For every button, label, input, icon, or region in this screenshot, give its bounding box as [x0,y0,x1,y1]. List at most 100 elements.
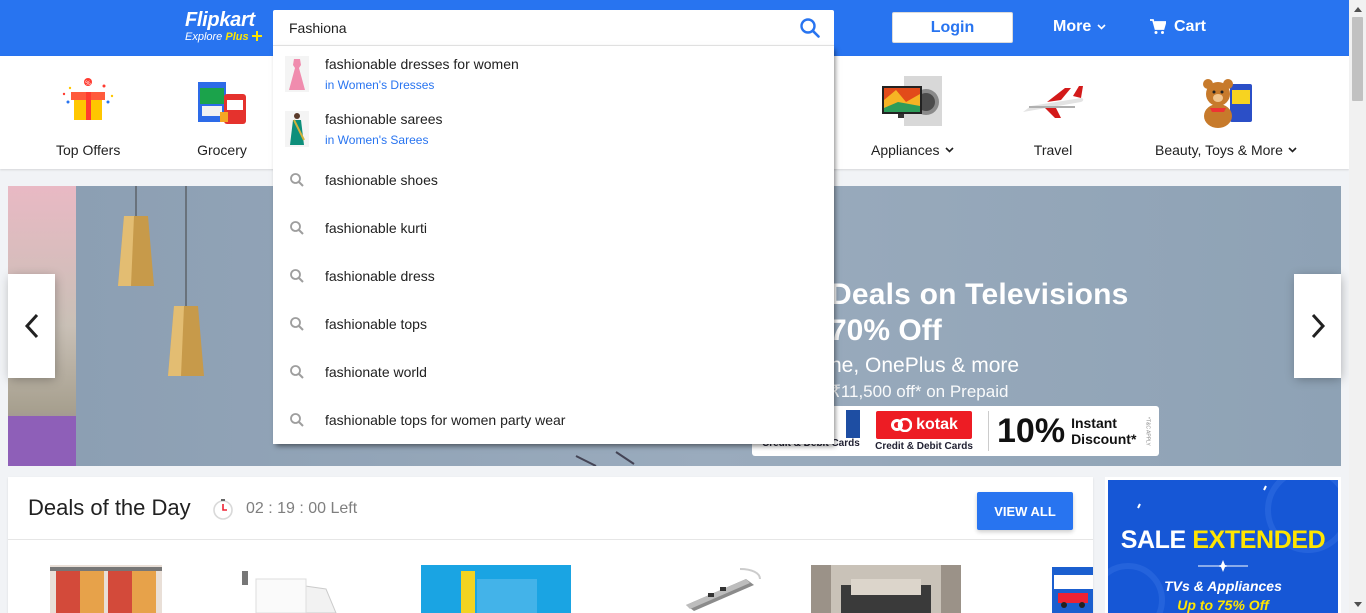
suggestion-title: fashionable tops for women party wear [325,412,566,428]
offer-divider [988,411,989,451]
category-label: Travel [1033,142,1073,158]
suggestion-item[interactable]: fashionable dresses for women in Women's… [273,46,834,101]
search-icon [290,269,304,283]
suggestion-item[interactable]: fashionable kurti [273,204,834,252]
product-adapter-image[interactable] [236,565,366,613]
kotak-infinity-icon [891,417,913,432]
deal-timer: 02 : 19 : 00 Left [212,498,357,520]
instant-discount: Instant Discount* [1071,415,1137,447]
scroll-down-arrow[interactable] [1349,596,1366,613]
chevron-down-icon [1097,24,1106,30]
banner-title: Deals on Televisions [830,278,1129,311]
logo-text: Flipkart [185,9,255,31]
suggestion-title: fashionable kurti [325,220,427,236]
suggestion-item[interactable]: fashionable tops [273,300,834,348]
page-scrollbar[interactable] [1349,0,1366,613]
search-icon [290,173,304,187]
ad-subtitle: TVs & Appliances [1164,578,1282,594]
suggestion-item[interactable]: fashionable dress [273,252,834,300]
chevron-left-icon [24,313,38,339]
kotak-card: kotak Credit & Debit Cards [868,410,980,452]
deals-title: Deals of the Day [28,495,191,520]
login-button[interactable]: Login [892,12,1013,43]
category-travel[interactable]: Travel [1021,70,1085,158]
suggestion-title: fashionable dress [325,268,435,284]
search-icon[interactable] [800,18,822,40]
cart-icon [1150,19,1166,34]
cart-label: Cart [1174,18,1207,35]
product-sofa-image[interactable] [811,565,961,613]
deals-of-the-day: Deals of the Day 02 : 19 : 00 Left VIEW … [8,477,1093,613]
banner-discount-headline: 70% Off [830,314,942,347]
suggestion-title: fashionable sarees [325,111,443,127]
kotak-logo: kotak [876,410,972,439]
product-extension-board-image[interactable] [680,565,770,613]
search-icon [290,221,304,235]
grocery-icon [190,70,254,134]
product-curtains-image[interactable] [50,565,162,613]
ad-title: SALE EXTENDED [1120,526,1326,554]
product-tv-image[interactable] [421,565,571,613]
logo-plus: Plus [225,31,249,43]
ad-offer: Up to 75% Off [1177,597,1269,613]
scroll-thumb[interactable] [1352,17,1363,101]
gift-icon: % [56,70,120,134]
search-icon [290,317,304,331]
discount-percent: 10% [997,411,1066,450]
banner-previous-slide-peek-accent [8,416,76,466]
banner-brands: ne, OnePlus & more [830,354,1020,377]
sparkle-divider [1198,560,1248,572]
search-icon [290,365,304,379]
plus-icon [251,31,262,41]
suggestion-item[interactable]: fashionable sarees in Women's Sarees [273,101,834,156]
suggestion-title: fashionate world [325,364,427,380]
category-top-offers[interactable]: % Top Offers [56,70,120,158]
category-label: Appliances [871,142,954,158]
category-label: Beauty, Toys & More [1155,142,1297,158]
logo-explore: Explore [185,31,223,43]
suggestion-title: fashionable dresses for women [325,56,519,72]
chevron-down-icon [944,147,954,153]
category-appliances[interactable]: Appliances [871,70,954,158]
saree-thumbnail [285,111,309,147]
suggestion-category: in Women's Sarees [325,133,429,147]
carousel-next-button[interactable] [1294,274,1341,378]
search-input[interactable] [273,10,793,46]
cart-link[interactable]: Cart [1150,18,1206,36]
view-all-button[interactable]: VIEW ALL [977,492,1073,530]
svg-text:%: % [85,80,91,87]
product-toy-car-image[interactable] [1050,565,1093,613]
suggestion-item[interactable]: fashionate world [273,348,834,396]
timer-text: 02 : 19 : 00 Left [246,500,358,517]
bank-logo-1 [846,410,860,438]
deals-header: Deals of the Day 02 : 19 : 00 Left VIEW … [8,477,1093,540]
suggestion-item[interactable]: fashionable shoes [273,156,834,204]
suggestion-title: fashionable shoes [325,172,438,188]
chevron-right-icon [1311,313,1325,339]
ad-banner: SALE EXTENDED TVs & Appliances Up to 75%… [1108,480,1338,613]
clock-icon [213,499,233,520]
more-menu[interactable]: More [1053,18,1106,36]
logo-tagline: Explore Plus [185,31,262,43]
category-label: Top Offers [56,142,121,158]
scroll-up-arrow[interactable] [1349,0,1366,17]
chevron-down-icon [1288,147,1297,153]
kotak-caption: Credit & Debit Cards [875,440,973,452]
sale-extended-ad[interactable]: SALE EXTENDED TVs & Appliances Up to 75%… [1105,477,1341,613]
search-suggestions: fashionable dresses for women in Women's… [273,45,834,444]
category-beauty-toys[interactable]: Beauty, Toys & More [1155,70,1297,158]
suggestion-item[interactable]: fashionable tops for women party wear [273,396,834,444]
suggestion-category: in Women's Dresses [325,78,435,92]
banner-prepaid-offer: ₹11,500 off* on Prepaid [830,382,1009,401]
search-box [273,10,834,46]
category-grocery[interactable]: Grocery [190,70,254,158]
carousel-prev-button[interactable] [8,274,55,378]
category-label: Grocery [197,142,247,158]
search-icon [290,413,304,427]
airplane-icon [1021,70,1085,134]
more-label: More [1053,18,1092,35]
teddy-bear-icon [1194,70,1258,134]
appliances-icon [880,70,944,134]
tnc-text: *T&C APPLY [1144,416,1151,446]
flipkart-logo[interactable]: Flipkart Explore Plus [185,10,262,43]
